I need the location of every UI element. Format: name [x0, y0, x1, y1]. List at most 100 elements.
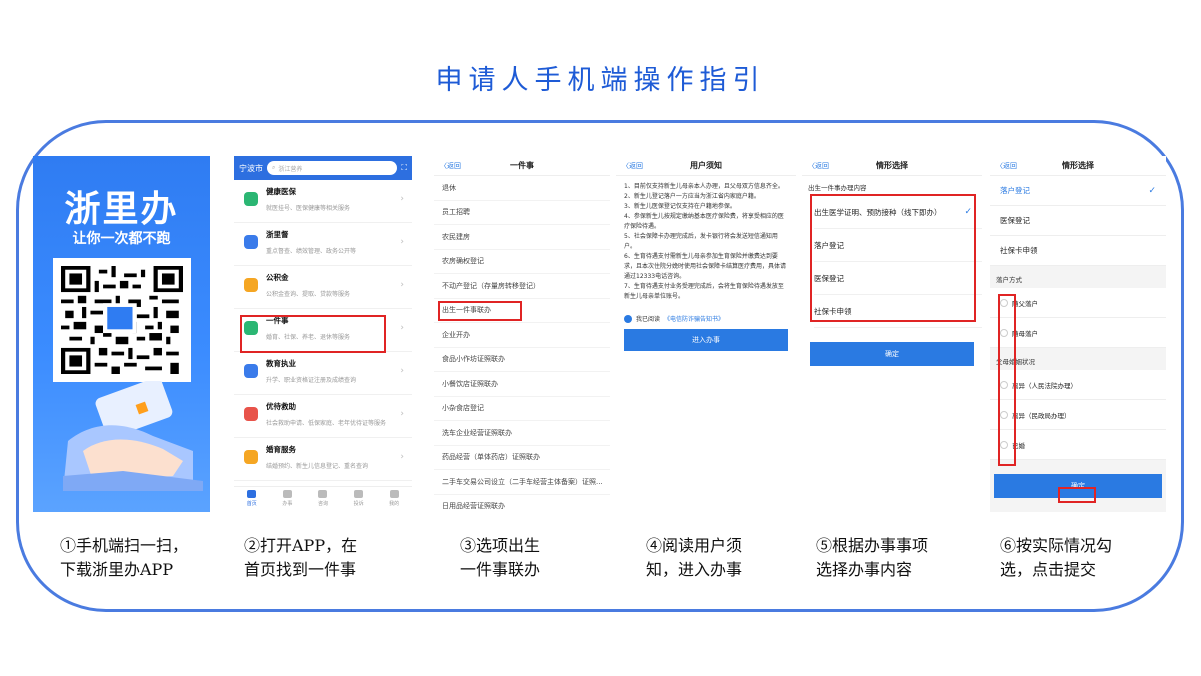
service-desc: 公积金查询、提取、贷款等服务: [266, 291, 351, 298]
caption-line: ⑥按实际情况勾: [1000, 536, 1113, 555]
tab-item[interactable]: 我的: [376, 487, 412, 512]
caption-line: 首页找到一件事: [244, 560, 357, 579]
chevron-right-icon: ›: [400, 323, 404, 333]
tab-icon: [318, 490, 328, 498]
list-item[interactable]: 二手车交易公司设立（二手车经营主体备案）证照...: [434, 470, 610, 495]
confirm-button[interactable]: 确定: [810, 342, 974, 366]
agree-link[interactable]: 《电信防诈骗告知书》: [664, 314, 724, 323]
agree-text: 我已阅读: [636, 316, 661, 323]
caption-step-1: ①手机端扫一扫， 下载浙里办APP: [60, 534, 188, 582]
radio-divorce-court[interactable]: 离异（人民法院办理）: [990, 370, 1166, 400]
city-selector[interactable]: 宁波市: [239, 163, 263, 174]
screenshot-user-notice: 〈返回 用户须知 1、目前仅支持新生儿母亲本人办理，且父母双方信息齐全。 2、新生…: [616, 156, 796, 512]
option-hukou[interactable]: 落户登记 ✓: [990, 176, 1166, 206]
tab-item[interactable]: 办事: [270, 487, 306, 512]
list-item[interactable]: 药品经营（单体药店）证照联办: [434, 446, 610, 470]
notice-line: 5、社会保障卡办理完成后，发卡银行将会发送短信通知用户。: [624, 233, 778, 250]
tab-label: 首页: [246, 501, 257, 507]
service-item[interactable]: 一件事 婚育、社保、养老、退休等服务 ›: [234, 309, 412, 352]
screenshot-situation-select: 〈返回 情形选择 出生一件事办理内容 出生医学证明、预防接种（线下即办） ✓ 落户登…: [802, 156, 982, 512]
submit-button[interactable]: 确定: [994, 474, 1162, 498]
back-button[interactable]: 〈返回: [622, 161, 643, 171]
tab-icon: [389, 490, 399, 498]
option-medical[interactable]: 医保登记: [990, 206, 1166, 236]
nav-title: 情形选择: [876, 161, 908, 170]
tab-item[interactable]: 首页: [234, 487, 270, 512]
service-item[interactable]: 优待救助 社会救助申请、低保家庭、老年优待证等服务 ›: [234, 395, 412, 438]
service-icon: [244, 364, 258, 378]
option-item[interactable]: 社保卡申领: [814, 295, 982, 328]
service-desc: 婚育、社保、养老、退休等服务: [266, 334, 351, 341]
service-icon: [244, 407, 258, 421]
list-item[interactable]: 退休: [434, 176, 610, 201]
caption-step-4: ④阅读用户须 知，进入办事: [646, 534, 742, 582]
list-item[interactable]: 企业开办: [434, 323, 610, 348]
radio-icon: [1000, 298, 1008, 307]
radio-father[interactable]: 随父落户: [990, 288, 1166, 318]
list-item[interactable]: 出生一件事联办: [434, 299, 610, 323]
agree-checkbox[interactable]: 我已阅读 《电信防诈骗告知书》: [624, 314, 788, 323]
radio-divorce-civil[interactable]: 离异（民政局办理）: [990, 400, 1166, 430]
app-logo-text: 浙里办: [64, 189, 179, 230]
list-item[interactable]: 小杂食店登记: [434, 397, 610, 421]
enter-button[interactable]: 进入办事: [624, 329, 788, 351]
list-item[interactable]: 员工招聘: [434, 201, 610, 225]
service-item[interactable]: 健康医保 就医挂号、医保健康等相关服务 ›: [234, 180, 412, 223]
tab-item[interactable]: 咨询: [305, 487, 341, 512]
option-label: 医保登记: [1000, 216, 1030, 225]
option-item[interactable]: 医保登记: [814, 262, 982, 295]
list-item[interactable]: 农房确权登记: [434, 250, 610, 274]
service-icon: [244, 321, 258, 335]
tab-item[interactable]: 投诉: [341, 487, 377, 512]
service-desc: 就医挂号、医保健康等相关服务: [266, 205, 351, 212]
service-name: 公积金: [266, 273, 289, 282]
service-desc: 重点督查、绩效管理、政务公开等: [266, 248, 357, 255]
radio-married[interactable]: 已婚: [990, 430, 1166, 460]
back-label: 返回: [629, 161, 643, 170]
service-name: 浙里督: [266, 230, 289, 239]
service-item[interactable]: 婚育服务 结婚预约、新生儿信息登记、重名查询 ›: [234, 438, 412, 481]
radio-label: 已婚: [1012, 441, 1025, 450]
list-item[interactable]: 日用品经营证照联办: [434, 495, 610, 513]
back-button[interactable]: 〈返回: [440, 161, 461, 171]
nav-bar: 〈返回 用户须知: [616, 156, 796, 176]
option-label: 社保卡申领: [1000, 246, 1038, 255]
option-label: 社保卡申领: [814, 306, 852, 316]
caption-line: 选择办事内容: [816, 560, 913, 579]
chevron-right-icon: ›: [400, 237, 404, 247]
tab-label: 咨询: [317, 501, 328, 507]
list-item[interactable]: 小餐饮店证照联办: [434, 372, 610, 397]
caption-line: ⑤根据办事事项: [816, 536, 929, 555]
group-label-marriage: 父母婚姻状况: [996, 358, 1035, 366]
item-list: 退休 员工招聘 农民建房 农房确权登记 不动产登记（存量房转移登记） 出生一件事联办 企业开…: [434, 176, 610, 512]
list-item[interactable]: 食品小作坊证照联办: [434, 348, 610, 372]
chevron-right-icon: ›: [400, 366, 404, 376]
search-input[interactable]: ⌕ 浙江营养: [267, 161, 398, 175]
list-item[interactable]: 洗车企业经营证照联办: [434, 421, 610, 446]
check-icon: ✓: [964, 207, 972, 217]
option-social-card[interactable]: 社保卡申领: [990, 236, 1166, 266]
service-item[interactable]: 教育执业 升学、职业资格证注册及成绩查询 ›: [234, 352, 412, 395]
radio-label: 随父落户: [1012, 299, 1038, 308]
back-button[interactable]: 〈返回: [808, 161, 829, 171]
service-desc: 社会救助申请、低保家庭、老年优待证等服务: [266, 420, 387, 427]
radio-mother[interactable]: 随母落户: [990, 318, 1166, 348]
back-button[interactable]: 〈返回: [996, 161, 1017, 171]
option-item[interactable]: 落户登记: [814, 229, 982, 262]
list-item[interactable]: 农民建房: [434, 225, 610, 250]
caption-line: 知，进入办事: [646, 560, 743, 579]
qr-code[interactable]: [53, 258, 191, 382]
notice-line: 7、生育待遇支付业务受理完成后，会将生育保险待遇发放至新生儿母亲单位账号。: [624, 283, 784, 300]
nav-title: 用户须知: [690, 161, 722, 170]
option-label: 出生医学证明、预防接种（线下即办）: [814, 207, 942, 217]
service-item[interactable]: 公积金 公积金查询、提取、贷款等服务 ›: [234, 266, 412, 309]
bottom-tab-bar: 首页 办事 咨询 投诉 我的: [234, 486, 412, 512]
nav-bar: 〈返回 情形选择: [802, 156, 982, 176]
option-item[interactable]: 出生医学证明、预防接种（线下即办） ✓: [814, 196, 982, 229]
scan-icon[interactable]: ⛶: [401, 163, 407, 173]
service-item[interactable]: 浙里督 重点督查、绩效管理、政务公开等 ›: [234, 223, 412, 266]
list-item[interactable]: 不动产登记（存量房转移登记）: [434, 274, 610, 299]
nav-bar: 〈返回 一件事: [434, 156, 610, 176]
chevron-right-icon: ›: [400, 452, 404, 462]
check-icon: ✓: [1148, 185, 1156, 196]
